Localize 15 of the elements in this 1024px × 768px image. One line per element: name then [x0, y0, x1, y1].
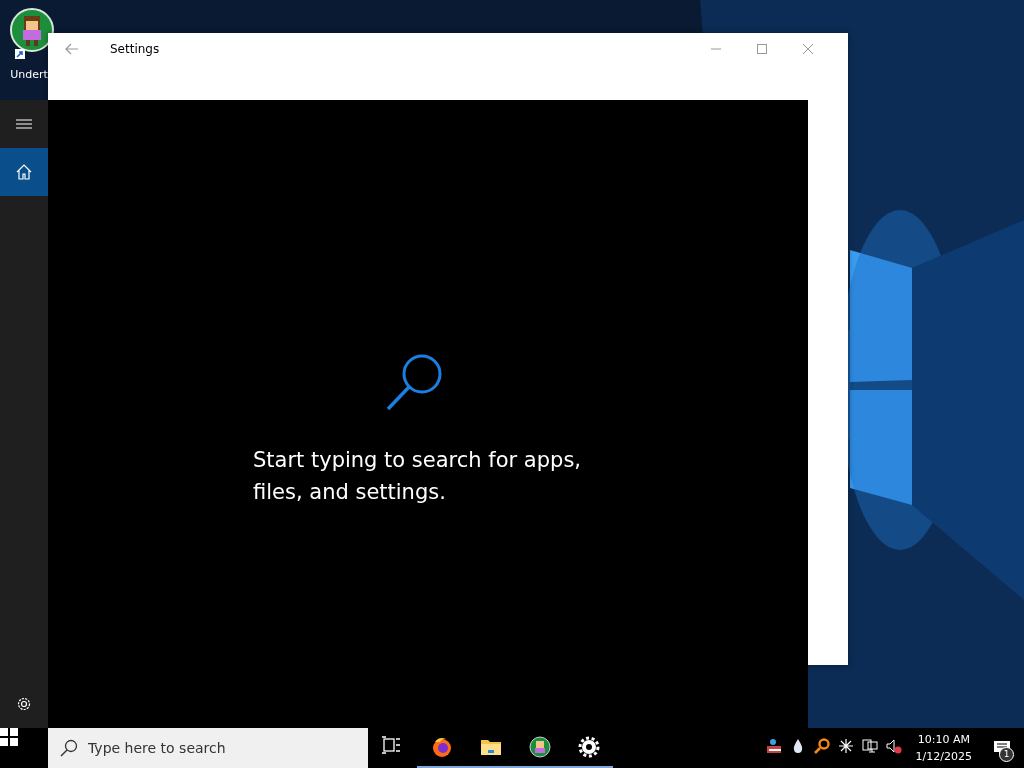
settings-icon: [16, 696, 32, 712]
clock-date[interactable]: 1/12/2025: [915, 748, 972, 765]
game-icon: [528, 736, 551, 758]
window-title: Settings: [110, 42, 160, 56]
home-button[interactable]: [0, 148, 48, 196]
home-icon: [16, 164, 32, 180]
search-hint-text: Start typing to search for apps, files, and settings.: [253, 447, 582, 506]
menu-icon: [16, 119, 32, 129]
notification-count-badge: 1: [999, 747, 1014, 762]
notifications-button[interactable]: 1: [980, 728, 1024, 768]
desktop-icon-label[interactable]: Undert: [10, 68, 48, 81]
firefox-icon: [430, 736, 453, 758]
settings-icon: [577, 736, 600, 758]
clock-time[interactable]: 10:10 AM: [917, 731, 970, 748]
search-field[interactable]: Type here to search: [48, 728, 368, 768]
